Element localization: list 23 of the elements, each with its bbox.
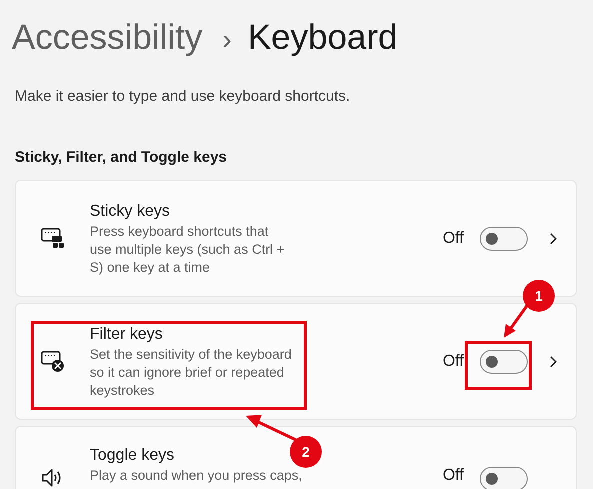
toggle-state-label: Off [442,230,464,248]
chevron-right-icon[interactable] [548,232,558,246]
setting-title: Toggle keys [90,447,174,465]
keyboard-icon [41,228,65,250]
toggle-switch[interactable] [480,467,528,489]
keyboard-icon [41,350,65,372]
toggle-switch[interactable] [480,226,528,250]
toggle-switch[interactable] [480,350,528,374]
page-description: Make it easier to type and use keyboard shortcuts. [14,87,352,105]
chevron-right-icon[interactable] [548,354,558,368]
setting-description: Play a sound when you press caps, [90,467,304,485]
highlight-frame [465,341,532,390]
breadcrumb-separator: › [222,23,232,57]
setting-card[interactable]: Filter keys Set the sensitivity of the keyboard so it can ignore brief or repeated keystrokes Off [15,303,577,420]
setting-title: Filter keys [90,326,163,344]
setting-title: Sticky keys [90,202,170,220]
breadcrumb-parent[interactable]: Accessibility [12,17,203,59]
setting-description: Press keyboard shortcuts that use multiple keys (such as Ctrl + S) one key at a time [90,222,286,276]
setting-description: Set the sensitivity of the keyboard so it can ignore brief or repeated keystrokes [90,346,293,400]
page-title: Keyboard [248,17,398,59]
toggle-state-label: Off [442,467,464,485]
section-heading: Sticky, Filter, and Toggle keys [14,148,228,166]
toggle-state-label: Off [442,352,464,370]
